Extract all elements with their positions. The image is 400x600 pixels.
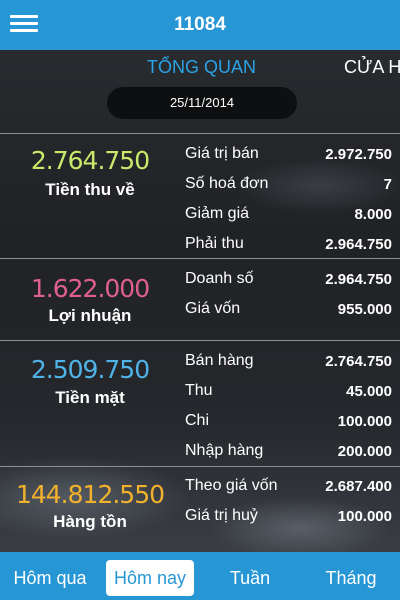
row-value: 2.972.750 — [325, 146, 392, 163]
tab-overview[interactable]: TỔNG QUAN — [147, 57, 256, 78]
inventory-amount: 144.812.550 — [15, 480, 165, 509]
revenue-label: Tiền thu về — [45, 180, 135, 199]
section-divider — [0, 133, 400, 134]
app-title: 11084 — [174, 14, 226, 35]
row-label: Phải thu — [185, 235, 244, 252]
nav-yesterday[interactable]: Hôm qua — [4, 560, 96, 596]
cash-label: Tiền mặt — [55, 388, 125, 407]
row-value: 8.000 — [354, 206, 392, 223]
section-divider — [0, 258, 400, 259]
top-bar: 11084 — [0, 0, 400, 50]
row-value: 45.000 — [346, 383, 392, 400]
hamburger-menu-icon[interactable] — [10, 13, 40, 35]
revenue-amount: 2.764.750 — [30, 146, 150, 175]
row-label: Doanh số — [185, 270, 254, 287]
row-value: 955.000 — [337, 301, 392, 318]
row-label: Nhập hàng — [185, 442, 264, 459]
menu-line — [10, 22, 38, 25]
row-label: Theo giá vốn — [185, 477, 278, 494]
date-selector[interactable]: 25/11/2014 — [107, 87, 297, 119]
profit-label: Lợi nhuận — [48, 306, 132, 325]
row-value: 7 — [383, 176, 392, 193]
section-divider — [0, 466, 400, 467]
row-label: Giá vốn — [185, 300, 241, 317]
nav-week[interactable]: Tuần — [206, 560, 294, 596]
row-label: Giá trị huỷ — [185, 507, 258, 524]
cash-amount: 2.509.750 — [30, 355, 150, 384]
row-value: 2.964.750 — [325, 236, 392, 253]
bottom-nav: Hôm qua Hôm nay Tuần Tháng — [0, 552, 400, 600]
row-label: Thu — [185, 382, 213, 399]
section-divider — [0, 340, 400, 341]
nav-today[interactable]: Hôm nay — [106, 560, 194, 596]
row-value: 2.964.750 — [325, 271, 392, 288]
row-value: 200.000 — [337, 443, 392, 460]
inventory-label: Hàng tồn — [53, 512, 127, 531]
row-value: 100.000 — [337, 413, 392, 430]
menu-line — [10, 15, 38, 18]
row-value: 100.000 — [337, 508, 392, 525]
menu-line — [10, 29, 38, 32]
profit-amount: 1.622.000 — [30, 274, 150, 303]
tab-store[interactable]: CỬA H — [344, 57, 400, 78]
row-value: 2.764.750 — [325, 353, 392, 370]
nav-month[interactable]: Tháng — [306, 560, 396, 596]
row-label: Giảm giá — [185, 205, 250, 222]
row-label: Chi — [185, 412, 210, 429]
app-screen: 11084 TỔNG QUAN CỬA H 25/11/2014 2.764.7… — [0, 0, 400, 600]
row-label: Bán hàng — [185, 352, 254, 369]
row-label: Số hoá đơn — [185, 175, 269, 192]
row-value: 2.687.400 — [325, 478, 392, 495]
row-label: Giá trị bán — [185, 145, 259, 162]
